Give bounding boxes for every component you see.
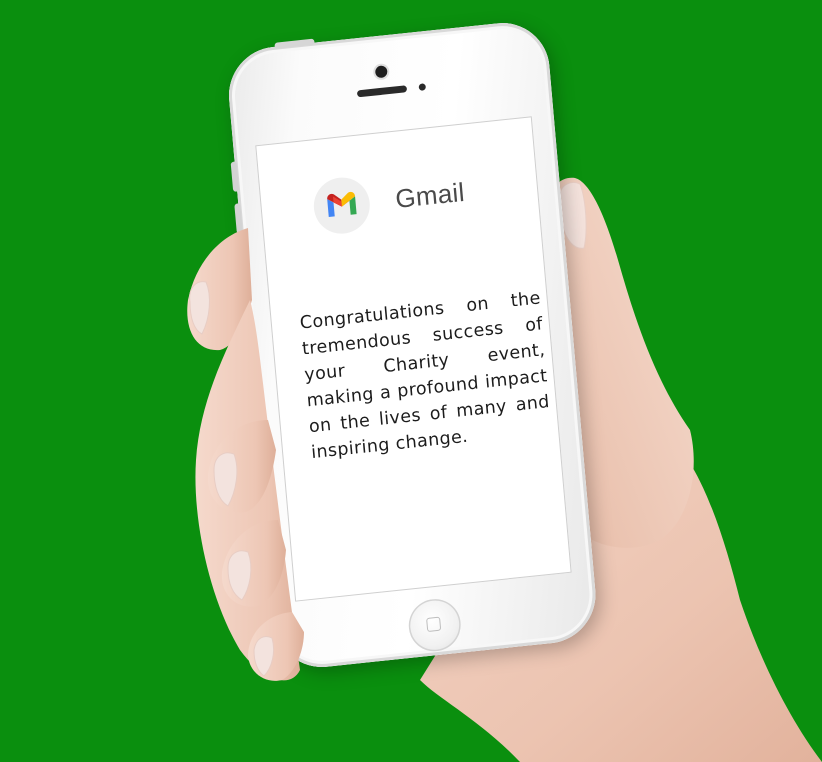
notification-header: Gmail [311, 158, 536, 241]
home-square-icon [426, 616, 442, 633]
notification-message: Congratulations on the tremendous succes… [299, 288, 551, 464]
photo-scene: Gmail Congratulations on the tremendous … [0, 0, 822, 762]
smartphone: Gmail Congratulations on the tremendous … [225, 18, 600, 672]
gmail-logo-icon [311, 174, 373, 237]
phone-screen: Gmail Congratulations on the tremendous … [255, 116, 572, 602]
app-name: Gmail [394, 176, 466, 214]
gmail-m-icon [327, 191, 357, 218]
